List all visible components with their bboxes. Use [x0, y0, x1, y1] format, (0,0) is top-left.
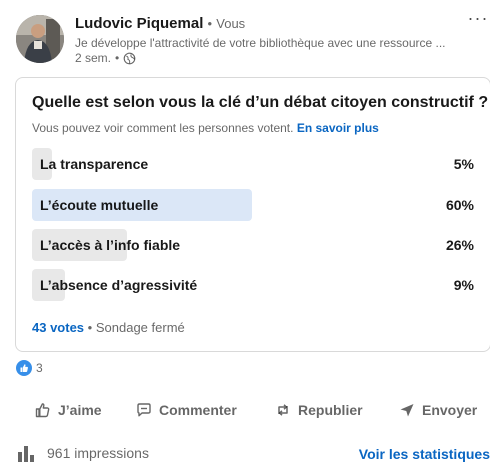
poll-note-text: Vous pouvez voir comment les personnes v…: [32, 121, 294, 135]
poll-option[interactable]: L’accès à l’info fiable 26%: [32, 229, 476, 261]
author-badge: Vous: [216, 16, 246, 31]
impressions-bar: 961 impressions Voir les statistiques: [0, 436, 490, 472]
author-name[interactable]: Ludovic Piquemal: [75, 15, 203, 32]
repost-button[interactable]: Republier: [274, 398, 363, 422]
more-options-button[interactable]: ···: [464, 9, 490, 32]
send-button[interactable]: Envoyer: [398, 398, 477, 422]
poll-option-label: L’absence d’agressivité: [40, 277, 198, 293]
poll-question: Quelle est selon vous la clé d’un débat …: [32, 94, 489, 111]
post-header: Ludovic Piquemal • Vous Je développe l'a…: [0, 0, 490, 70]
send-icon: [400, 404, 414, 417]
poll-option-label: La transparence: [40, 156, 149, 172]
poll-option-label: L’écoute mutuelle: [40, 197, 159, 213]
comment-button-label: Commenter: [159, 402, 237, 418]
poll-status: Sondage fermé: [95, 320, 185, 335]
poll-status-separator: •: [87, 320, 93, 335]
bar-chart-icon: [18, 446, 34, 462]
post-meta: 2 sem. •: [75, 51, 136, 65]
post-actions: J’aime Commenter Republier Envoyer: [0, 390, 490, 430]
poll-option-percent: 26%: [445, 237, 474, 253]
like-icon: [16, 360, 32, 376]
poll-option-percent: 5%: [453, 156, 474, 172]
poll-option-percent: 9%: [453, 277, 474, 293]
poll-note: Vous pouvez voir comment les personnes v…: [32, 121, 379, 135]
author-avatar[interactable]: [16, 15, 64, 63]
poll-option[interactable]: L’écoute mutuelle 60%: [32, 189, 476, 221]
poll-option-label: L’accès à l’info fiable: [40, 237, 181, 253]
comment-icon: [137, 403, 151, 417]
impressions-count: 961 impressions: [47, 445, 149, 461]
reaction-count: 3: [36, 361, 43, 375]
view-stats-link[interactable]: Voir les statistiques: [359, 446, 490, 462]
author-separator: •: [207, 16, 213, 31]
send-button-label: Envoyer: [422, 402, 478, 418]
poll-option[interactable]: La transparence 5%: [32, 148, 476, 180]
impressions: 961 impressions: [17, 444, 149, 462]
repost-icon: [278, 404, 288, 416]
post-time-separator: •: [115, 51, 120, 65]
like-button-label: J’aime: [58, 402, 102, 418]
comment-button[interactable]: Commenter: [135, 398, 237, 422]
thumbs-up-icon: [35, 403, 50, 418]
author-headline: Je développe l'attractivité de votre bib…: [75, 36, 446, 50]
reactions-summary[interactable]: 3: [16, 360, 43, 376]
post-time: 2 sem.: [75, 51, 112, 65]
learn-more-link[interactable]: En savoir plus: [297, 121, 379, 135]
poll-footer: 43 votes • Sondage fermé: [32, 320, 185, 335]
like-button[interactable]: J’aime: [34, 398, 102, 422]
poll-card: Quelle est selon vous la clé d’un débat …: [15, 77, 490, 352]
votes-link[interactable]: 43 votes: [32, 320, 84, 335]
author-line: Ludovic Piquemal • Vous: [75, 15, 245, 32]
poll-option-percent: 60%: [445, 197, 474, 213]
globe-icon: [123, 52, 136, 64]
poll-option[interactable]: L’absence d’agressivité 9%: [32, 269, 476, 301]
author-photo: [16, 15, 64, 63]
repost-button-label: Republier: [298, 402, 363, 418]
